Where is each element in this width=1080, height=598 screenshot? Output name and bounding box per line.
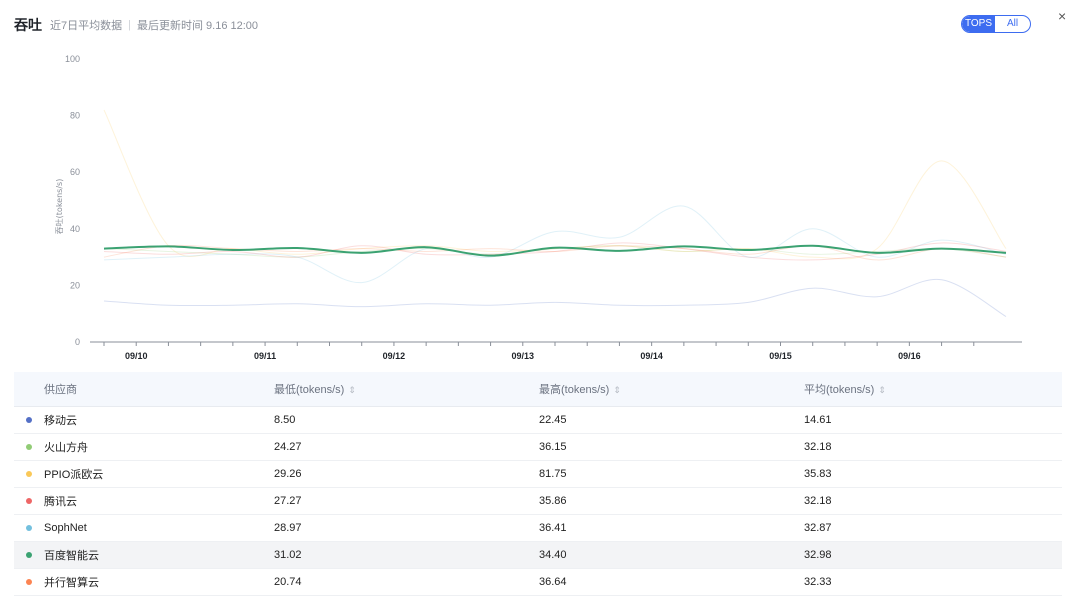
max-value: 35.86: [539, 495, 567, 507]
provider-name: 腾讯云: [44, 496, 77, 508]
min-value: 20.74: [274, 576, 302, 588]
provider-name: 百度智能云: [44, 550, 99, 562]
y-tick-label: 100: [65, 54, 80, 64]
table-row[interactable]: SophNet 28.97 36.41 32.87: [14, 515, 1062, 542]
min-value: 27.27: [274, 495, 302, 507]
provider-name: 火山方舟: [44, 442, 88, 454]
provider-name: PPIO派欧云: [44, 469, 104, 481]
y-tick-label: 40: [70, 224, 80, 234]
min-value: 24.27: [274, 441, 302, 453]
max-value: 22.45: [539, 414, 567, 426]
y-axis-label: 吞吐(tokens/s): [55, 179, 64, 235]
table-row[interactable]: 火山方舟 24.27 36.15 32.18: [14, 434, 1062, 461]
avg-value: 14.61: [804, 414, 832, 426]
y-tick-label: 80: [70, 111, 80, 121]
avg-value: 35.83: [804, 468, 832, 480]
table-row[interactable]: 并行智算云 20.74 36.64 32.33: [14, 569, 1062, 596]
table-row[interactable]: 移动云 8.50 22.45 14.61: [14, 407, 1062, 434]
min-value: 28.97: [274, 522, 302, 534]
series-color-dot: [26, 471, 32, 477]
col-avg[interactable]: 平均(tokens/s) ⇕: [804, 381, 1054, 397]
y-tick-label: 20: [70, 280, 80, 290]
x-tick-label: 09/16: [898, 351, 921, 361]
sort-icon[interactable]: ⇕: [613, 385, 621, 395]
sort-icon[interactable]: ⇕: [348, 385, 356, 395]
table-header: 供应商 最低(tokens/s) ⇕ 最高(tokens/s) ⇕ 平均(token…: [14, 372, 1062, 407]
max-value: 81.75: [539, 468, 567, 480]
series-color-dot: [26, 498, 32, 504]
avg-value: 32.33: [804, 576, 832, 588]
x-tick-label: 09/11: [254, 351, 276, 361]
provider-name: SophNet: [44, 522, 87, 534]
y-tick-label: 60: [70, 167, 80, 177]
table-row[interactable]: PPIO派欧云 29.26 81.75 35.83: [14, 461, 1062, 488]
series-color-dot: [26, 417, 32, 423]
min-value: 8.50: [274, 414, 296, 426]
series-color-dot: [26, 444, 32, 450]
max-value: 34.40: [539, 549, 567, 561]
sort-icon[interactable]: ⇕: [878, 385, 886, 395]
min-value: 31.02: [274, 549, 302, 561]
max-value: 36.64: [539, 576, 567, 588]
provider-name: 并行智算云: [44, 577, 99, 589]
x-tick-label: 09/13: [512, 351, 535, 361]
x-tick-label: 09/15: [769, 351, 792, 361]
table-row[interactable]: 百度智能云 31.02 34.40 32.98: [14, 542, 1062, 569]
col-min[interactable]: 最低(tokens/s) ⇕: [274, 381, 539, 397]
throughput-line-chart: 0 20 40 60 80 100 吞吐(tokens/s) 09/10 09/11 09/12 0…: [55, 54, 1022, 361]
avg-value: 32.18: [804, 441, 832, 453]
col-max[interactable]: 最高(tokens/s) ⇕: [539, 381, 804, 397]
series-color-dot: [26, 579, 32, 585]
x-tick-label: 09/10: [125, 351, 148, 361]
min-value: 29.26: [274, 468, 302, 480]
table-row[interactable]: 腾讯云 27.27 35.86 32.18: [14, 488, 1062, 515]
series-line-PPIO派欧云: [103, 109, 1007, 260]
series-color-dot: [26, 525, 32, 531]
series-line-移动云: [103, 278, 1007, 317]
max-value: 36.41: [539, 522, 567, 534]
col-provider: 供应商: [44, 384, 77, 396]
avg-value: 32.87: [804, 522, 832, 534]
x-tick-label: 09/14: [640, 351, 663, 361]
x-tick-label: 09/12: [383, 351, 406, 361]
series-color-dot: [26, 552, 32, 558]
max-value: 36.15: [539, 441, 567, 453]
y-tick-label: 0: [75, 337, 80, 347]
avg-value: 32.18: [804, 495, 832, 507]
provider-table: 供应商 最低(tokens/s) ⇕ 最高(tokens/s) ⇕ 平均(token…: [14, 372, 1062, 596]
provider-name: 移动云: [44, 415, 77, 427]
series-line-SophNet: [103, 205, 1007, 284]
avg-value: 32.98: [804, 549, 832, 561]
